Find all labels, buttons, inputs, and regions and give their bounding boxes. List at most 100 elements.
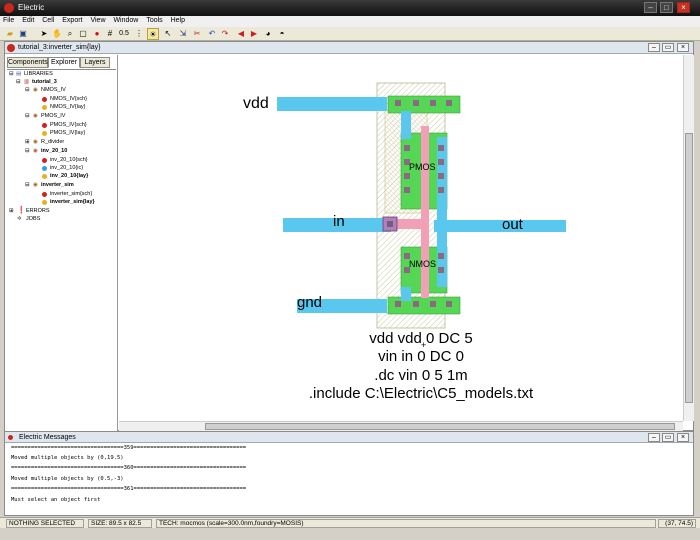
tree-item-nmos-iv-lay[interactable]: NMOS_IV{lay} [50, 104, 85, 111]
vertical-scrollbar[interactable] [683, 55, 694, 421]
tree-item-nmos-iv-sch[interactable]: NMOS_IV{sch} [50, 96, 87, 103]
menu-export[interactable]: Export [59, 16, 85, 25]
layout-canvas[interactable]: vdd in out gnd PMOS NMOS vdd vdd 0 DC 5 … [119, 55, 682, 421]
grid-icon[interactable]: # [104, 28, 116, 40]
vertical-scroll-thumb[interactable] [685, 133, 693, 403]
undo-icon[interactable]: ↶ [206, 28, 218, 40]
tree-item-pmos-iv[interactable]: PMOS_IV [41, 113, 65, 120]
cell-group-icon: ◉ [33, 113, 38, 119]
explorer-tree: ⊟ ▤ LIBRARIES ⊟ ▥ tutorial_3 ⊟ ◉ NMOS_IV… [7, 69, 116, 429]
message-line: Moved multiple objects by (0,19.5) [11, 455, 124, 461]
cell-group-icon: ◉ [33, 148, 38, 154]
out-metal-wire [434, 220, 566, 232]
forward-arrow-icon[interactable]: ▶ [248, 28, 260, 40]
tree-expander[interactable]: ⊟ [25, 148, 30, 155]
pan-hand-icon[interactable]: ✋ [51, 28, 63, 40]
menu-view[interactable]: View [87, 16, 108, 25]
minimize-button[interactable]: – [644, 2, 657, 13]
layout-window: tutorial_3:inverter_sim{lay} – ▭ × Compo… [4, 41, 694, 431]
menu-cell[interactable]: Cell [39, 16, 57, 25]
contact-cut [438, 145, 444, 151]
zoom-icon[interactable]: ⌕ [64, 28, 76, 40]
wire-mode-icon[interactable]: ✂ [191, 28, 203, 40]
measure-icon[interactable]: ● [92, 28, 102, 40]
grid-scale-button[interactable]: 0.5 [117, 28, 131, 40]
back-arrow-icon[interactable]: ◀ [235, 28, 247, 40]
message-line: Moved multiple objects by (0.5,-3) [11, 476, 124, 482]
save-icon[interactable]: ▣ [17, 28, 29, 40]
tree-item-inv-sch[interactable]: inv_20_10{sch} [50, 157, 88, 164]
contact-cut [413, 100, 419, 106]
tree-item-inverter-sim-lay[interactable]: inverter_sim{lay} [50, 199, 95, 206]
tree-expander[interactable]: ⊟ [25, 113, 30, 120]
menu-file[interactable]: File [0, 16, 17, 25]
msg-minimize-button[interactable]: – [648, 433, 660, 442]
contact-cut [438, 267, 444, 273]
technology-status: TECH: mocmos (scale=300.0nm,foundry=MOSI… [156, 519, 656, 528]
tree-item-inv-20-10[interactable]: inv_20_10 [41, 148, 67, 155]
horizontal-scroll-thumb[interactable] [205, 423, 675, 430]
tree-item-libraries[interactable]: LIBRARIES [24, 71, 53, 78]
cursor-icon[interactable]: ➤ [38, 28, 50, 40]
tab-explorer[interactable]: Explorer [48, 57, 80, 68]
lightbulb-icon[interactable]: ☀ [147, 28, 159, 40]
messages-title: Electric Messages [19, 434, 76, 441]
redo-icon[interactable]: ↷ [219, 28, 231, 40]
size-status: SIZE: 89.5 x 82.5 [88, 519, 152, 528]
library-icon: ▤ [16, 71, 22, 77]
tree-item-pmos-iv-sch[interactable]: PMOS_IV{sch} [50, 122, 87, 129]
tree-expander[interactable]: ⊟ [25, 87, 30, 94]
show-icon[interactable]: ◓ [276, 28, 288, 40]
msg-close-button[interactable]: × [677, 433, 689, 442]
msg-restore-button[interactable]: ▭ [662, 433, 674, 442]
contact-cut [438, 253, 444, 259]
doc-close-button[interactable]: × [677, 43, 689, 52]
doc-minimize-button[interactable]: – [648, 43, 660, 52]
cell-group-icon: ◉ [33, 182, 38, 188]
tree-item-jobs[interactable]: JOBS [26, 216, 40, 223]
poly-gate [421, 126, 429, 298]
tree-item-inv-ic[interactable]: inv_20_10{ic} [50, 165, 83, 172]
tree-expander[interactable]: ⊟ [16, 79, 21, 86]
select-arrow-icon[interactable]: ↖ [162, 28, 174, 40]
window-title: Electric [18, 3, 45, 12]
message-line: ==================================360===… [11, 465, 247, 471]
close-button[interactable]: × [677, 2, 690, 13]
tree-item-nmos-iv[interactable]: NMOS_IV [41, 87, 66, 94]
align-icon[interactable]: ⋮ [133, 28, 145, 40]
doc-restore-button[interactable]: ▭ [662, 43, 674, 52]
tree-item-inverter-sim-sch[interactable]: inverter_sim{sch} [50, 191, 92, 198]
tree-item-tutorial-3[interactable]: tutorial_3 [32, 79, 57, 86]
layout-view-icon [42, 105, 47, 110]
menu-edit[interactable]: Edit [19, 16, 37, 25]
contact-cut [438, 187, 444, 193]
tree-item-inverter-sim[interactable]: inverter_sim [41, 182, 74, 189]
tab-layers[interactable]: Layers [80, 57, 110, 68]
tree-item-r-divider[interactable]: R_divider [41, 139, 64, 146]
layout-view-icon [42, 131, 47, 136]
outline-edit-icon[interactable]: ▢ [77, 28, 89, 40]
contact-cut [395, 100, 401, 106]
tab-components[interactable]: Components [7, 57, 48, 68]
maximize-button[interactable]: □ [660, 2, 673, 13]
cell-group-icon: ◉ [33, 87, 38, 93]
tree-item-inv-lay[interactable]: inv_20_10{lay} [50, 173, 88, 180]
open-folder-icon[interactable]: ▰ [4, 28, 16, 40]
tree-expander[interactable]: ⊞ [9, 208, 14, 215]
horizontal-scrollbar[interactable] [119, 421, 683, 431]
tree-item-errors[interactable]: ERRORS [26, 208, 50, 215]
menu-tools[interactable]: Tools [143, 16, 165, 25]
icon-view-icon [42, 166, 47, 171]
menu-help[interactable]: Help [168, 16, 188, 25]
selection-status: NOTHING SELECTED [6, 519, 84, 528]
library-icon: ▥ [24, 79, 30, 85]
hide-icon[interactable]: ◕ [262, 28, 274, 40]
tree-item-pmos-iv-lay[interactable]: PMOS_IV{lay} [50, 130, 85, 137]
contact-cut [404, 173, 410, 179]
tree-expander[interactable]: ⊟ [25, 182, 30, 189]
select-special-icon[interactable]: ⇲ [177, 28, 189, 40]
document-title-bar: tutorial_3:inverter_sim{lay} – ▭ × [5, 42, 693, 54]
tree-expander[interactable]: ⊟ [9, 71, 14, 78]
menu-window[interactable]: Window [110, 16, 141, 25]
tree-expander[interactable]: ⊞ [25, 139, 30, 146]
